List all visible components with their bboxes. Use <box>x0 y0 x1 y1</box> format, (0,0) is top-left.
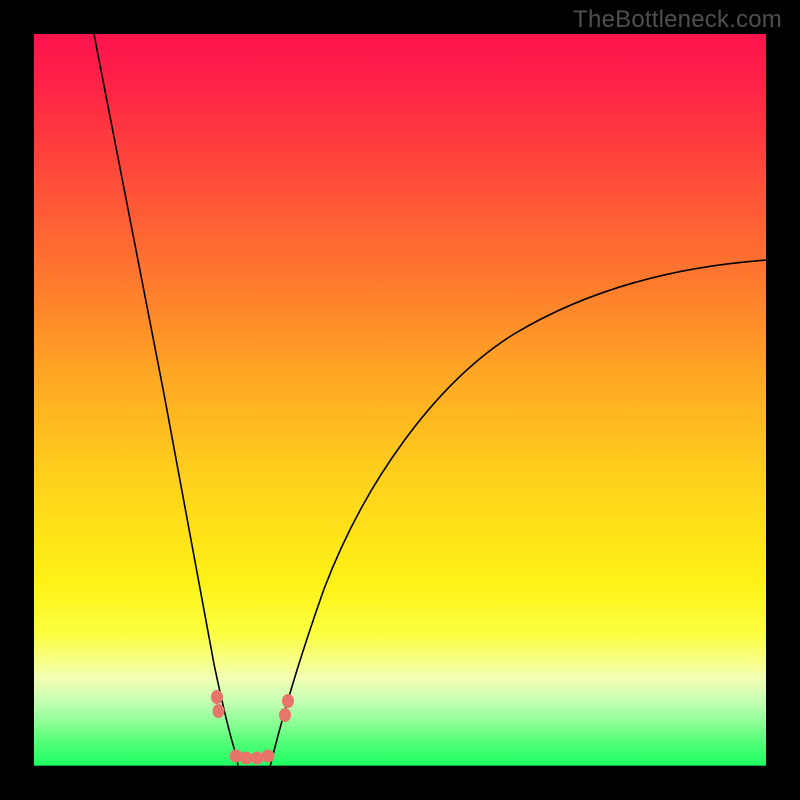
marker-valley-d <box>262 750 275 763</box>
curve-right <box>270 260 767 767</box>
curve-left <box>93 29 238 767</box>
plot-area <box>34 34 766 766</box>
marker-valley-c <box>251 752 264 765</box>
outer-frame: TheBottleneck.com <box>0 0 800 800</box>
marker-left-pair-top <box>211 690 223 704</box>
watermark-text: TheBottleneck.com <box>573 6 782 34</box>
marker-right-pair-top <box>282 694 294 708</box>
data-markers <box>211 690 294 765</box>
marker-left-pair-bottom <box>213 704 225 718</box>
marker-right-pair-bottom <box>279 708 291 722</box>
plot-overlay <box>34 34 766 766</box>
